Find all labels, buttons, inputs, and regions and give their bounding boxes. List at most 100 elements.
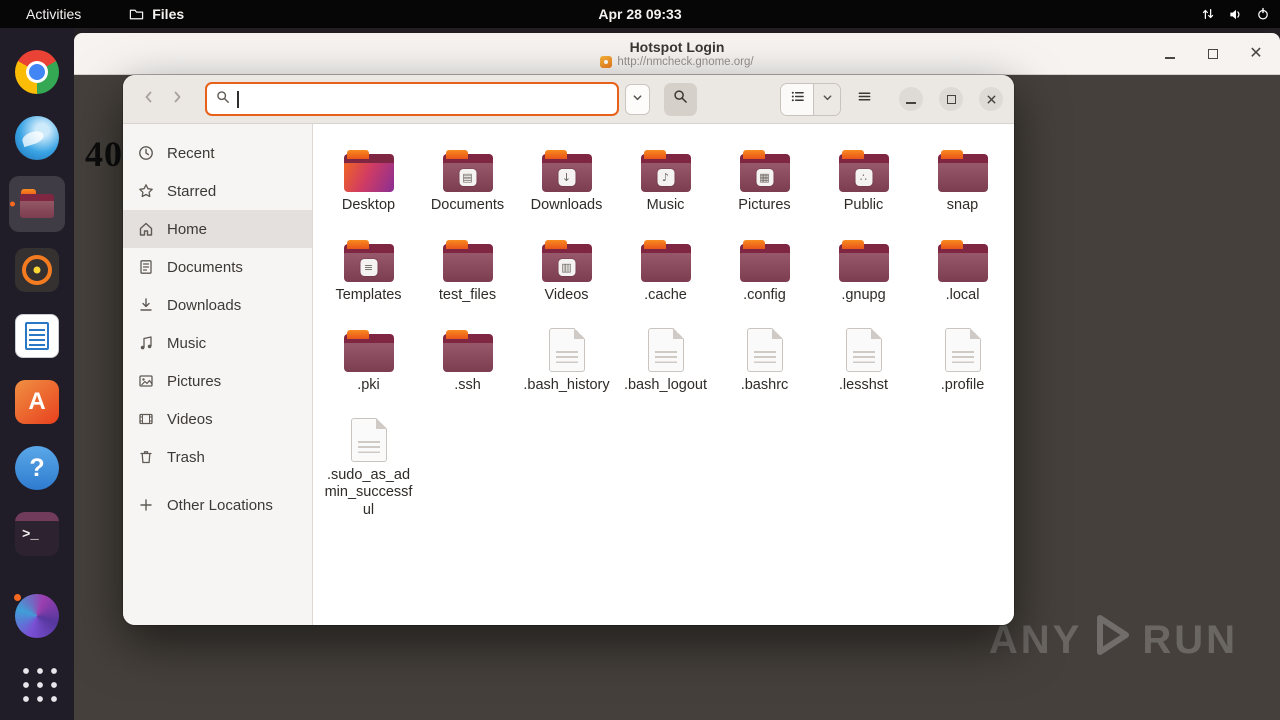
sidebar-item-trash[interactable]: Trash [123,438,312,476]
sidebar-item-label: Starred [167,182,217,200]
text-file-icon [944,328,981,373]
focused-app-menu[interactable]: Files [129,6,184,22]
file-browser-pane[interactable]: Desktop ▤ Documents ↓ Downloads ♪ Music ▦ Pictur… [313,124,1014,625]
hotspot-minimize-button[interactable] [1162,46,1178,62]
grid-item-bash-history[interactable]: .bash_history [517,314,616,404]
dock-terminal[interactable] [9,506,65,562]
chevron-left-icon [142,90,156,109]
sidebar-item-label: Recent [167,144,215,162]
emblem-document-icon: ▤ [459,169,476,186]
dock-user-avatar[interactable] [9,588,65,644]
grid-item-downloads[interactable]: ↓ Downloads [517,134,616,224]
notification-dot [13,593,22,602]
search-input-wrapper[interactable] [205,82,619,116]
top-bar: Activities Files Apr 28 09:33 [0,0,1280,28]
dock-libreoffice-writer[interactable] [9,308,65,364]
dock-help[interactable] [9,440,65,496]
grid-item-ssh[interactable]: .ssh [418,314,517,404]
emblem-template-icon: ≡ [360,259,377,277]
clock[interactable]: Apr 28 09:33 [598,6,681,22]
hotspot-title: Hotspot Login [629,38,725,55]
file-label: .sudo_as_admin_successful [324,467,413,518]
grid-item-test-files[interactable]: test_files [418,224,517,314]
grid-item-pki[interactable]: .pki [319,314,418,404]
folder-icon [343,150,394,192]
app-center-icon [15,380,59,424]
sidebar-item-other-locations[interactable]: Other Locations [123,486,312,524]
file-label: .bashrc [740,377,789,394]
activities-button[interactable]: Activities [20,4,87,24]
sidebar-item-downloads[interactable]: Downloads [123,286,312,324]
files-headerbar[interactable] [123,75,1014,124]
file-label: test_files [438,287,497,304]
maximize-button[interactable] [939,87,963,111]
rhythmbox-icon [15,248,59,292]
back-button[interactable] [135,85,163,113]
chrome-icon [15,50,59,94]
folder-icon: ∴ [838,150,889,192]
grid-item-videos[interactable]: ▥ Videos [517,224,616,314]
main-menu-button[interactable] [847,83,881,116]
file-label: .bash_history [523,377,610,394]
search-options-dropdown[interactable] [625,83,650,115]
sidebar-item-home[interactable]: Home [123,210,312,248]
grid-item-templates[interactable]: ≡ Templates [319,224,418,314]
hotspot-close-button[interactable]: ✕ [1248,46,1264,62]
chevron-down-icon [822,90,833,108]
file-label: Public [843,197,884,213]
dock-chrome[interactable] [9,44,65,100]
grid-item-profile[interactable]: .profile [913,314,1012,404]
grid-item-bashrc[interactable]: .bashrc [715,314,814,404]
grid-item-snap[interactable]: snap [913,134,1012,224]
sidebar-item-label: Home [167,220,208,238]
sidebar-item-label: Trash [167,448,205,466]
plus-icon [138,497,154,513]
grid-item-local[interactable]: .local [913,224,1012,314]
view-options-dropdown[interactable] [814,83,840,115]
view-switcher [780,82,841,116]
grid-item-sudo-as-admin-successful[interactable]: .sudo_as_admin_successful [319,404,418,528]
list-view-button[interactable] [781,83,814,115]
minimize-button[interactable] [899,87,923,111]
sidebar-item-music[interactable]: Music [123,324,312,362]
file-label: Desktop [341,197,396,213]
search-toggle-button[interactable] [664,82,697,116]
hotspot-titlebar[interactable]: Hotspot Login http://nmcheck.gnome.org/ … [74,33,1280,75]
sidebar-item-starred[interactable]: Starred [123,172,312,210]
system-tray[interactable] [1201,0,1270,28]
dock-rhythmbox[interactable] [9,242,65,298]
grid-item-gnupg[interactable]: .gnupg [814,224,913,314]
dock-files[interactable] [9,176,65,232]
file-label: Documents [430,197,505,213]
grid-item-pictures[interactable]: ▦ Pictures [715,134,814,224]
grid-item-public[interactable]: ∴ Public [814,134,913,224]
grid-item-desktop[interactable]: Desktop [319,134,418,224]
grid-item-documents[interactable]: ▤ Documents [418,134,517,224]
grid-item-bash-logout[interactable]: .bash_logout [616,314,715,404]
dock-app-grid[interactable] [9,654,65,710]
folder-icon [739,240,790,283]
search-input[interactable] [239,91,608,107]
thunderbird-icon [15,116,59,160]
sidebar-item-recent[interactable]: Recent [123,134,312,172]
hotspot-maximize-button[interactable] [1205,46,1221,62]
sidebar-item-videos[interactable]: Videos [123,400,312,438]
user-avatar-icon [15,594,59,638]
grid-item-config[interactable]: .config [715,224,814,314]
file-label: snap [946,197,979,213]
close-button[interactable] [979,87,1003,111]
dock-thunderbird[interactable] [9,110,65,166]
sidebar-item-pictures[interactable]: Pictures [123,362,312,400]
text-file-icon [845,328,882,373]
forward-button[interactable] [163,85,191,113]
sidebar-item-documents[interactable]: Documents [123,248,312,286]
dock-app-center[interactable] [9,374,65,430]
grid-item-lesshst[interactable]: .lesshst [814,314,913,404]
libreoffice-writer-icon [15,314,59,358]
volume-icon [1228,7,1243,22]
chevron-down-icon [632,90,643,108]
file-label: .config [743,287,786,304]
grid-item-cache[interactable]: .cache [616,224,715,314]
hotspot-url: http://nmcheck.gnome.org/ [617,56,754,69]
grid-item-music[interactable]: ♪ Music [616,134,715,224]
